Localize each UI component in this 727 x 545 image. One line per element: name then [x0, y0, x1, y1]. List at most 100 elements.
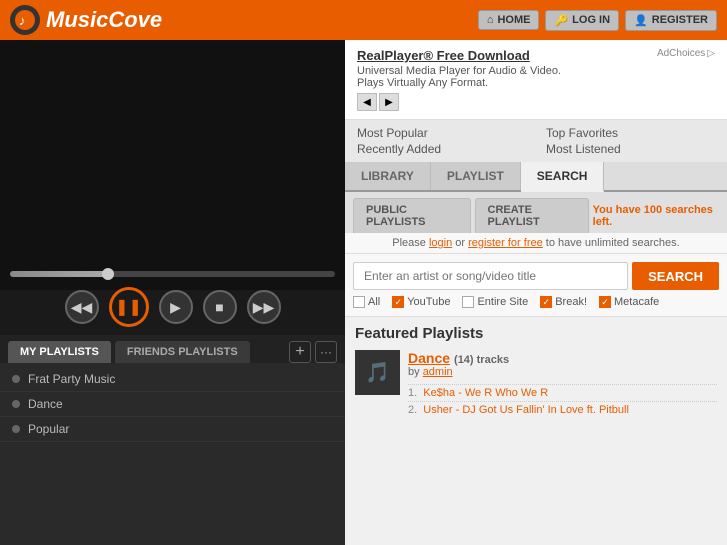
- list-item[interactable]: 2. Usher - DJ Got Us Fallin' In Love ft.…: [408, 401, 717, 416]
- login-msg-or: or: [452, 237, 468, 249]
- search-button[interactable]: SEARCH: [632, 262, 719, 290]
- ad-prev-button[interactable]: ◀: [357, 93, 377, 111]
- all-checkbox[interactable]: [353, 296, 365, 308]
- filter-entire-site[interactable]: Entire Site: [462, 296, 528, 308]
- playlist-tab[interactable]: PLAYLIST: [431, 162, 521, 190]
- ad-choices[interactable]: AdChoices ▷: [657, 48, 715, 59]
- most-listened-link[interactable]: Most Listened: [546, 142, 715, 156]
- filter-all[interactable]: All: [353, 296, 380, 308]
- playlist-name-link[interactable]: Dance: [408, 350, 450, 366]
- next-icon: ▶▶: [253, 299, 275, 316]
- friends-playlists-tab[interactable]: FRIENDS PLAYLISTS: [115, 341, 250, 363]
- filter-youtube[interactable]: YouTube: [392, 296, 450, 308]
- login-label: LOG IN: [572, 14, 610, 26]
- key-icon: 🔑: [554, 14, 568, 27]
- login-msg-suffix: to have unlimited searches.: [543, 237, 680, 249]
- top-favorites-link[interactable]: Top Favorites: [546, 126, 715, 140]
- playlist-thumbnail: 🎵: [355, 350, 400, 395]
- list-item[interactable]: Popular: [0, 417, 345, 442]
- filter-metacafe[interactable]: Metacafe: [599, 296, 659, 308]
- playlist-by: by admin: [408, 366, 717, 378]
- playlist-items: Frat Party Music Dance Popular: [0, 363, 345, 446]
- ad-choices-label: AdChoices: [657, 48, 705, 59]
- register-label: REGISTER: [652, 14, 708, 26]
- right-panel: RealPlayer® Free Download Universal Medi…: [345, 40, 727, 545]
- sub-tabs: PUBLIC PLAYLISTS CREATE PLAYLIST You hav…: [345, 192, 727, 233]
- filter-break[interactable]: Break!: [540, 296, 587, 308]
- public-playlists-tab[interactable]: PUBLIC PLAYLISTS: [353, 198, 471, 233]
- most-popular-link[interactable]: Most Popular: [357, 126, 526, 140]
- stop-button[interactable]: ■: [203, 290, 237, 324]
- ad-desc-line1: Universal Media Player for Audio & Video…: [357, 65, 647, 77]
- entire-site-checkbox[interactable]: [462, 296, 474, 308]
- next-button[interactable]: ▶▶: [247, 290, 281, 324]
- person-icon: 👤: [634, 14, 648, 27]
- featured-section: Featured Playlists 🎵 Dance(14) tracks by…: [345, 317, 727, 545]
- main: ◀◀ ❚❚ ▶ ■ ▶▶ MY PLAYLISTS FRIENDS: [0, 40, 727, 545]
- youtube-checkbox[interactable]: [392, 296, 404, 308]
- progress-thumb: [102, 268, 114, 280]
- play-button[interactable]: ▶: [159, 290, 193, 324]
- ad-next-button[interactable]: ▶: [379, 93, 399, 111]
- ad-title[interactable]: RealPlayer® Free Download: [357, 48, 647, 63]
- recently-added-link[interactable]: Recently Added: [357, 142, 526, 156]
- playlist-item-label: Dance: [28, 397, 63, 411]
- login-button[interactable]: 🔑 LOG IN: [545, 10, 619, 31]
- left-panel: ◀◀ ❚❚ ▶ ■ ▶▶ MY PLAYLISTS FRIENDS: [0, 40, 345, 545]
- youtube-label: YouTube: [407, 296, 450, 308]
- create-playlist-tab[interactable]: CREATE PLAYLIST: [475, 198, 589, 233]
- pause-button[interactable]: ❚❚: [109, 287, 149, 327]
- playlist-author-link[interactable]: admin: [423, 366, 453, 378]
- break-label: Break!: [555, 296, 587, 308]
- playlist-info: Dance (14) tracks by admin 1. Ke$ha - We …: [408, 350, 717, 418]
- track-number: 1.: [408, 387, 417, 399]
- add-playlist-button[interactable]: +: [289, 341, 311, 363]
- register-link[interactable]: register for free: [468, 237, 543, 249]
- list-item[interactable]: 1. Ke$ha - We R Who We R: [408, 384, 717, 399]
- metacafe-checkbox[interactable]: [599, 296, 611, 308]
- ad-description: Universal Media Player for Audio & Video…: [357, 65, 647, 89]
- progress-bar-container[interactable]: [0, 271, 345, 277]
- prev-button[interactable]: ◀◀: [65, 290, 99, 324]
- home-label: HOME: [497, 14, 530, 26]
- ad-desc-line2: Plays Virtually Any Format.: [357, 77, 647, 89]
- video-screen: [0, 40, 345, 290]
- dot-icon: [12, 400, 20, 408]
- register-button[interactable]: 👤 REGISTER: [625, 10, 717, 31]
- progress-track[interactable]: [10, 271, 335, 277]
- controls: ◀◀ ❚❚ ▶ ■ ▶▶: [65, 281, 281, 335]
- home-icon: ⌂: [487, 14, 494, 26]
- filter-row: All YouTube Entire Site Break! Metacafe: [353, 296, 719, 308]
- login-message: Please login or register for free to hav…: [345, 233, 727, 254]
- search-input[interactable]: [353, 262, 628, 290]
- playlist-meta: (14) tracks: [454, 354, 509, 366]
- dot-icon: [12, 375, 20, 383]
- all-label: All: [368, 296, 380, 308]
- nav-buttons: ⌂ HOME 🔑 LOG IN 👤 REGISTER: [478, 10, 717, 31]
- playlist-item-label: Popular: [28, 422, 69, 436]
- login-link[interactable]: login: [429, 237, 452, 249]
- stop-icon: ■: [215, 299, 223, 315]
- playlist-name[interactable]: Dance (14) tracks: [408, 350, 717, 366]
- player-area: ◀◀ ❚❚ ▶ ■ ▶▶: [0, 40, 345, 335]
- login-msg-text: Please: [392, 237, 429, 249]
- search-tab[interactable]: SEARCH: [521, 162, 605, 192]
- my-playlists-tab[interactable]: MY PLAYLISTS: [8, 341, 111, 363]
- ad-content: RealPlayer® Free Download Universal Medi…: [357, 48, 647, 111]
- playlist-section: MY PLAYLISTS FRIENDS PLAYLISTS + ··· Fra…: [0, 335, 345, 545]
- dot-icon: [12, 425, 20, 433]
- playlist-tabs: MY PLAYLISTS FRIENDS PLAYLISTS + ···: [0, 335, 345, 363]
- list-item[interactable]: Frat Party Music: [0, 367, 345, 392]
- progress-fill: [10, 271, 108, 277]
- pause-icon: ❚❚: [115, 297, 142, 317]
- list-item[interactable]: Dance: [0, 392, 345, 417]
- prev-icon: ◀◀: [71, 299, 93, 316]
- playlist-tracks: 1. Ke$ha - We R Who We R 2. Usher - DJ G…: [408, 384, 717, 416]
- ad-banner: RealPlayer® Free Download Universal Medi…: [345, 40, 727, 120]
- break-checkbox[interactable]: [540, 296, 552, 308]
- library-tab[interactable]: LIBRARY: [345, 162, 431, 190]
- more-playlist-button[interactable]: ···: [315, 341, 337, 363]
- logo-area: ♪ MusicCove: [10, 5, 162, 35]
- home-button[interactable]: ⌂ HOME: [478, 10, 540, 30]
- quick-links: Most Popular Top Favorites Recently Adde…: [345, 120, 727, 162]
